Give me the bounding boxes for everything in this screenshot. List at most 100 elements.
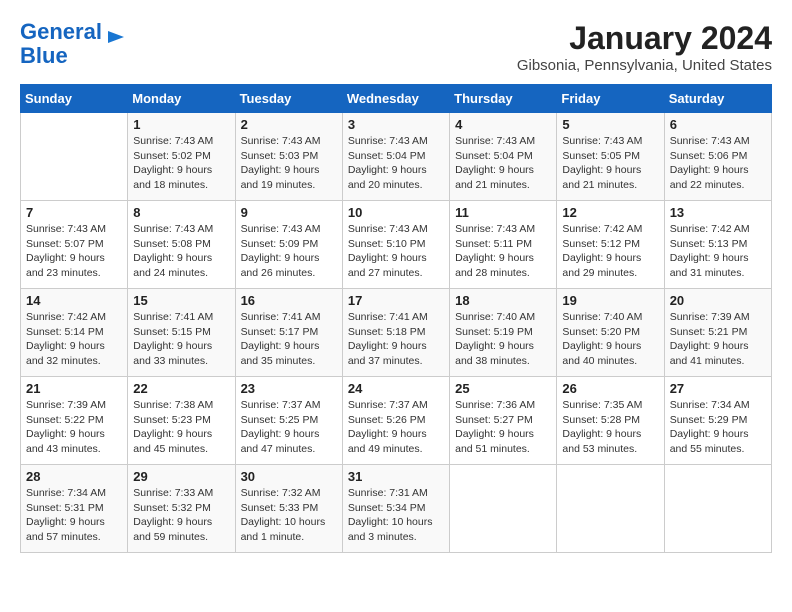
day-info: Sunrise: 7:40 AM Sunset: 5:20 PM Dayligh…	[562, 310, 658, 369]
day-info: Sunrise: 7:43 AM Sunset: 5:09 PM Dayligh…	[241, 222, 337, 281]
weekday-header-row: SundayMondayTuesdayWednesdayThursdayFrid…	[21, 85, 772, 113]
day-info: Sunrise: 7:42 AM Sunset: 5:13 PM Dayligh…	[670, 222, 766, 281]
week-row-4: 21 Sunrise: 7:39 AM Sunset: 5:22 PM Dayli…	[21, 377, 772, 465]
day-info: Sunrise: 7:41 AM Sunset: 5:17 PM Dayligh…	[241, 310, 337, 369]
day-number: 12	[562, 205, 658, 220]
week-row-5: 28 Sunrise: 7:34 AM Sunset: 5:31 PM Dayli…	[21, 465, 772, 553]
calendar-cell: 3 Sunrise: 7:43 AM Sunset: 5:04 PM Daylig…	[342, 113, 449, 201]
day-number: 29	[133, 469, 229, 484]
calendar-cell: 18Sunrise: 7:40 AM Sunset: 5:19 PM Dayli…	[450, 289, 557, 377]
weekday-header-thursday: Thursday	[450, 85, 557, 113]
calendar-cell	[21, 113, 128, 201]
calendar-table: SundayMondayTuesdayWednesdayThursdayFrid…	[20, 84, 772, 553]
calendar-cell: 2Sunrise: 7:43 AM Sunset: 5:03 PM Daylig…	[235, 113, 342, 201]
day-number: 4	[455, 117, 551, 132]
calendar-cell: 11 Sunrise: 7:43 AM Sunset: 5:11 PM Dayli…	[450, 201, 557, 289]
day-number: 24	[348, 381, 444, 396]
weekday-header-tuesday: Tuesday	[235, 85, 342, 113]
calendar-cell: 25Sunrise: 7:36 AM Sunset: 5:27 PM Dayli…	[450, 377, 557, 465]
day-number: 19	[562, 293, 658, 308]
logo-line2: Blue	[20, 43, 68, 68]
day-info: Sunrise: 7:41 AM Sunset: 5:15 PM Dayligh…	[133, 310, 229, 369]
day-info: Sunrise: 7:43 AM Sunset: 5:05 PM Dayligh…	[562, 134, 658, 193]
day-info: Sunrise: 7:43 AM Sunset: 5:07 PM Dayligh…	[26, 222, 122, 281]
location: Gibsonia, Pennsylvania, United States	[517, 57, 772, 74]
day-number: 22	[133, 381, 229, 396]
day-info: Sunrise: 7:42 AM Sunset: 5:14 PM Dayligh…	[26, 310, 122, 369]
calendar-cell: 17 Sunrise: 7:41 AM Sunset: 5:18 PM Dayli…	[342, 289, 449, 377]
weekday-header-monday: Monday	[128, 85, 235, 113]
calendar-cell: 21 Sunrise: 7:39 AM Sunset: 5:22 PM Dayli…	[21, 377, 128, 465]
month-title: January 2024	[517, 20, 772, 57]
calendar-cell: 6Sunrise: 7:43 AM Sunset: 5:06 PM Daylig…	[664, 113, 771, 201]
calendar-cell: 7 Sunrise: 7:43 AM Sunset: 5:07 PM Daylig…	[21, 201, 128, 289]
calendar-cell: 9 Sunrise: 7:43 AM Sunset: 5:09 PM Daylig…	[235, 201, 342, 289]
day-number: 13	[670, 205, 766, 220]
calendar-cell: 24 Sunrise: 7:37 AM Sunset: 5:26 PM Dayli…	[342, 377, 449, 465]
day-number: 30	[241, 469, 337, 484]
day-info: Sunrise: 7:43 AM Sunset: 5:11 PM Dayligh…	[455, 222, 551, 281]
day-number: 3	[348, 117, 444, 132]
day-info: Sunrise: 7:37 AM Sunset: 5:26 PM Dayligh…	[348, 398, 444, 457]
calendar-cell: 8Sunrise: 7:43 AM Sunset: 5:08 PM Daylig…	[128, 201, 235, 289]
logo: General Blue	[20, 20, 126, 68]
calendar-cell: 27 Sunrise: 7:34 AM Sunset: 5:29 PM Dayli…	[664, 377, 771, 465]
header: General Blue January 2024 Gibsonia, Penn…	[20, 20, 772, 74]
day-number: 11	[455, 205, 551, 220]
calendar-cell: 22Sunrise: 7:38 AM Sunset: 5:23 PM Dayli…	[128, 377, 235, 465]
day-number: 14	[26, 293, 122, 308]
calendar-cell: 28 Sunrise: 7:34 AM Sunset: 5:31 PM Dayli…	[21, 465, 128, 553]
week-row-2: 7 Sunrise: 7:43 AM Sunset: 5:07 PM Daylig…	[21, 201, 772, 289]
day-info: Sunrise: 7:31 AM Sunset: 5:34 PM Dayligh…	[348, 486, 444, 545]
day-number: 15	[133, 293, 229, 308]
weekday-header-friday: Friday	[557, 85, 664, 113]
day-info: Sunrise: 7:43 AM Sunset: 5:04 PM Dayligh…	[455, 134, 551, 193]
calendar-cell: 15 Sunrise: 7:41 AM Sunset: 5:15 PM Dayli…	[128, 289, 235, 377]
day-info: Sunrise: 7:34 AM Sunset: 5:29 PM Dayligh…	[670, 398, 766, 457]
day-info: Sunrise: 7:43 AM Sunset: 5:06 PM Dayligh…	[670, 134, 766, 193]
day-info: Sunrise: 7:36 AM Sunset: 5:27 PM Dayligh…	[455, 398, 551, 457]
day-info: Sunrise: 7:43 AM Sunset: 5:04 PM Dayligh…	[348, 134, 444, 193]
day-info: Sunrise: 7:33 AM Sunset: 5:32 PM Dayligh…	[133, 486, 229, 545]
day-number: 5	[562, 117, 658, 132]
day-number: 28	[26, 469, 122, 484]
calendar-cell: 23Sunrise: 7:37 AM Sunset: 5:25 PM Dayli…	[235, 377, 342, 465]
day-number: 8	[133, 205, 229, 220]
day-info: Sunrise: 7:43 AM Sunset: 5:10 PM Dayligh…	[348, 222, 444, 281]
day-number: 27	[670, 381, 766, 396]
calendar-cell: 13 Sunrise: 7:42 AM Sunset: 5:13 PM Dayli…	[664, 201, 771, 289]
day-info: Sunrise: 7:41 AM Sunset: 5:18 PM Dayligh…	[348, 310, 444, 369]
day-info: Sunrise: 7:35 AM Sunset: 5:28 PM Dayligh…	[562, 398, 658, 457]
day-number: 9	[241, 205, 337, 220]
day-number: 17	[348, 293, 444, 308]
day-info: Sunrise: 7:37 AM Sunset: 5:25 PM Dayligh…	[241, 398, 337, 457]
day-info: Sunrise: 7:39 AM Sunset: 5:22 PM Dayligh…	[26, 398, 122, 457]
calendar-cell: 10 Sunrise: 7:43 AM Sunset: 5:10 PM Dayli…	[342, 201, 449, 289]
day-number: 21	[26, 381, 122, 396]
day-number: 16	[241, 293, 337, 308]
day-number: 7	[26, 205, 122, 220]
day-number: 18	[455, 293, 551, 308]
calendar-cell: 1Sunrise: 7:43 AM Sunset: 5:02 PM Daylig…	[128, 113, 235, 201]
day-info: Sunrise: 7:42 AM Sunset: 5:12 PM Dayligh…	[562, 222, 658, 281]
logo-text: General Blue	[20, 20, 102, 68]
calendar-cell: 26 Sunrise: 7:35 AM Sunset: 5:28 PM Dayli…	[557, 377, 664, 465]
calendar-cell	[557, 465, 664, 553]
weekday-header-sunday: Sunday	[21, 85, 128, 113]
calendar-cell: 31 Sunrise: 7:31 AM Sunset: 5:34 PM Dayli…	[342, 465, 449, 553]
day-info: Sunrise: 7:34 AM Sunset: 5:31 PM Dayligh…	[26, 486, 122, 545]
calendar-cell: 30Sunrise: 7:32 AM Sunset: 5:33 PM Dayli…	[235, 465, 342, 553]
day-number: 10	[348, 205, 444, 220]
calendar-cell: 12 Sunrise: 7:42 AM Sunset: 5:12 PM Dayli…	[557, 201, 664, 289]
day-number: 20	[670, 293, 766, 308]
calendar-cell: 14 Sunrise: 7:42 AM Sunset: 5:14 PM Dayli…	[21, 289, 128, 377]
logo-arrow-icon	[106, 27, 126, 47]
title-area: January 2024 Gibsonia, Pennsylvania, Uni…	[517, 20, 772, 74]
weekday-header-wednesday: Wednesday	[342, 85, 449, 113]
week-row-1: 1Sunrise: 7:43 AM Sunset: 5:02 PM Daylig…	[21, 113, 772, 201]
day-number: 31	[348, 469, 444, 484]
week-row-3: 14 Sunrise: 7:42 AM Sunset: 5:14 PM Dayli…	[21, 289, 772, 377]
day-number: 26	[562, 381, 658, 396]
calendar-cell: 19 Sunrise: 7:40 AM Sunset: 5:20 PM Dayli…	[557, 289, 664, 377]
calendar-cell: 20Sunrise: 7:39 AM Sunset: 5:21 PM Dayli…	[664, 289, 771, 377]
